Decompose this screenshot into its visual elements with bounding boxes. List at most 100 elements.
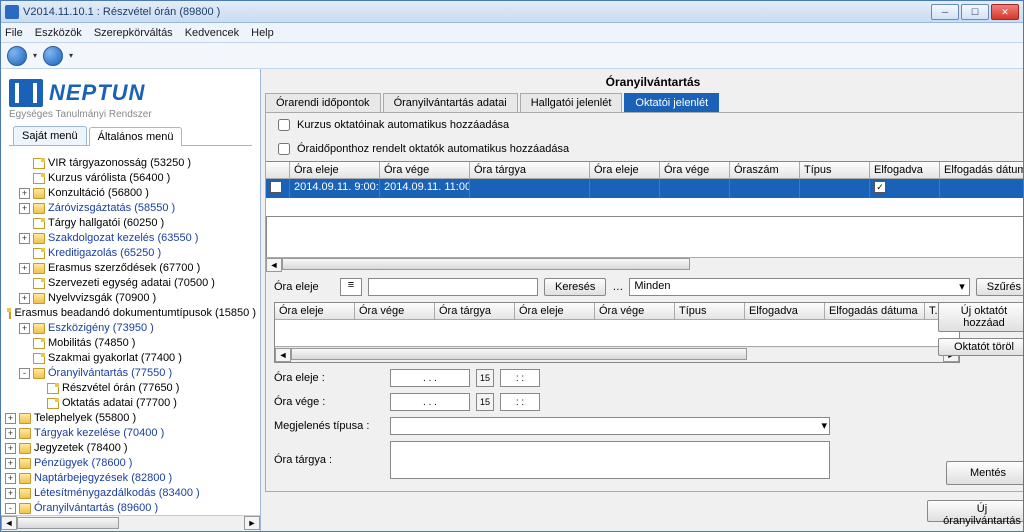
nav-back-button[interactable] (7, 46, 27, 66)
column-header[interactable]: Típus (800, 162, 870, 178)
tree-item[interactable]: -Óranyilvántartás (89600 ) (3, 501, 258, 515)
lessons-grid[interactable]: Óra elejeÓra végeÓra tárgyaÓra elejeÓra … (266, 161, 1023, 217)
column-header[interactable]: Típus (675, 303, 745, 319)
end-date-input[interactable] (390, 393, 470, 411)
column-header[interactable]: Óraszám (730, 162, 800, 178)
tree-item[interactable]: +Nyelvvizsgák (70900 ) (3, 291, 258, 306)
tree-item[interactable]: Szervezeti egység adatai (70500 ) (3, 276, 258, 291)
column-header[interactable]: Elfogadás dátuma (825, 303, 925, 319)
grid2-hscrollbar[interactable]: ◄ ► (275, 346, 959, 362)
display-type-combo[interactable]: ▾ (390, 417, 830, 435)
column-header[interactable]: Óra tárgya (470, 162, 590, 178)
expand-icon[interactable]: + (5, 443, 16, 454)
tree-item[interactable]: Kreditigazolás (65250 ) (3, 246, 258, 261)
auto-add-course-teachers-checkbox[interactable] (278, 119, 290, 131)
expand-icon[interactable]: + (5, 473, 16, 484)
column-header[interactable]: Óra vége (660, 162, 730, 178)
tree-item[interactable]: Erasmus beadandó dokumentumtípusok (1585… (3, 306, 258, 321)
tab-own-menu[interactable]: Saját menü (13, 126, 87, 145)
expand-icon[interactable]: + (19, 188, 30, 199)
tab-teacher-presence[interactable]: Oktatói jelenlét (624, 93, 719, 112)
scroll-thumb[interactable] (282, 258, 690, 270)
navigation-tree[interactable]: VIR tárgyazonosság (53250 )Kurzus váróli… (1, 152, 260, 515)
menu-role[interactable]: Szerepkörváltás (94, 27, 173, 39)
tree-item[interactable]: +Erasmus szerződések (67700 ) (3, 261, 258, 276)
subject-textarea[interactable] (390, 441, 830, 479)
tree-item[interactable]: Mobilitás (74850 ) (3, 336, 258, 351)
teachers-grid[interactable]: Óra elejeÓra végeÓra tárgyaÓra elejeÓra … (274, 302, 960, 363)
start-date-input[interactable] (390, 369, 470, 387)
expand-icon[interactable]: + (5, 428, 16, 439)
column-header[interactable]: Óra eleje (590, 162, 660, 178)
grid1-hscrollbar[interactable]: ◄ ► (266, 257, 1023, 272)
minimize-button[interactable]: ─ (931, 4, 959, 20)
auto-add-time-teachers-checkbox[interactable] (278, 143, 290, 155)
filter-operator-button[interactable]: ≡ (340, 278, 362, 296)
tree-hscrollbar[interactable]: ◄ ► (1, 515, 260, 531)
end-time-input[interactable] (500, 393, 540, 411)
column-header[interactable]: Elfogadva (870, 162, 940, 178)
accepted-checkbox[interactable]: ✓ (874, 181, 886, 193)
column-header[interactable]: Óra eleje (515, 303, 595, 319)
scroll-right-icon[interactable]: ► (244, 516, 260, 530)
tree-item[interactable]: +Tárgyak kezelése (70400 ) (3, 426, 258, 441)
menu-help[interactable]: Help (251, 27, 274, 39)
expand-icon[interactable]: + (19, 233, 30, 244)
expand-icon[interactable]: + (19, 293, 30, 304)
tree-item[interactable]: Részvétel órán (77650 ) (3, 381, 258, 396)
expand-icon[interactable]: + (19, 323, 30, 334)
collapse-icon[interactable]: - (19, 368, 30, 379)
column-header[interactable]: Óra tárgya (435, 303, 515, 319)
tree-item[interactable]: +Létesítménygazdálkodás (83400 ) (3, 486, 258, 501)
nav-back-dropdown[interactable]: ▾ (33, 51, 37, 60)
delete-teacher-button[interactable]: Oktatót töröl (938, 338, 1023, 356)
calendar-icon[interactable]: 15 (476, 369, 494, 387)
collapse-icon[interactable]: - (5, 503, 16, 514)
tree-item[interactable]: +Telephelyek (55800 ) (3, 411, 258, 426)
scroll-left-icon[interactable]: ◄ (266, 258, 282, 272)
column-header[interactable] (266, 162, 290, 178)
tree-item[interactable]: +Pénzügyek (78600 ) (3, 456, 258, 471)
menu-favorites[interactable]: Kedvencek (185, 27, 239, 39)
menu-tools[interactable]: Eszközök (35, 27, 82, 39)
column-header[interactable]: Óra eleje (290, 162, 380, 178)
tree-item[interactable]: +Szakdolgozat kezelés (63550 ) (3, 231, 258, 246)
tab-general-menu[interactable]: Általános menü (89, 127, 183, 146)
maximize-button[interactable]: ☐ (961, 4, 989, 20)
close-button[interactable]: ✕ (991, 4, 1019, 20)
expand-icon[interactable]: + (5, 458, 16, 469)
scroll-thumb[interactable] (291, 348, 747, 360)
expand-icon[interactable]: + (5, 488, 16, 499)
row-checkbox[interactable] (270, 181, 282, 193)
tree-item[interactable]: Oktatás adatai (77700 ) (3, 396, 258, 411)
column-header[interactable]: Óra eleje (275, 303, 355, 319)
tree-item[interactable]: +Eszközigény (73950 ) (3, 321, 258, 336)
new-attendance-button[interactable]: Új óranyilvántartás (927, 500, 1023, 522)
tree-item[interactable]: VIR tárgyazonosság (53250 ) (3, 156, 258, 171)
scroll-thumb[interactable] (17, 517, 119, 529)
tab-student-presence[interactable]: Hallgatói jelenlét (520, 93, 623, 112)
expand-icon[interactable]: + (19, 203, 30, 214)
save-button[interactable]: Mentés (946, 461, 1023, 485)
nav-forward-button[interactable] (43, 46, 63, 66)
tree-item[interactable]: Szakmai gyakorlat (77400 ) (3, 351, 258, 366)
table-row[interactable]: 2014.09.11. 9:00:002014.09.11. 11:00:00✓ (266, 179, 1023, 198)
tree-item[interactable]: +Konzultáció (56800 ) (3, 186, 258, 201)
nav-forward-dropdown[interactable]: ▾ (69, 51, 73, 60)
tree-item[interactable]: Kurzus várólista (56400 ) (3, 171, 258, 186)
tree-item[interactable]: +Naptárbejegyzések (82800 ) (3, 471, 258, 486)
column-header[interactable]: Elfogadás dátuma (940, 162, 1023, 178)
tree-item[interactable]: Tárgy hallgatói (60250 ) (3, 216, 258, 231)
column-header[interactable]: Elfogadva (745, 303, 825, 319)
expand-icon[interactable]: + (19, 263, 30, 274)
expand-icon[interactable]: + (5, 413, 16, 424)
tab-attendance-data[interactable]: Óranyilvántartás adatai (383, 93, 518, 112)
tree-item[interactable]: +Jegyzetek (78400 ) (3, 441, 258, 456)
filter-value-input[interactable] (368, 278, 538, 296)
filter-scope-combo[interactable]: Minden▾ (629, 278, 969, 296)
scroll-left-icon[interactable]: ◄ (275, 348, 291, 362)
start-time-input[interactable] (500, 369, 540, 387)
search-button[interactable]: Keresés (544, 278, 606, 296)
scroll-left-icon[interactable]: ◄ (1, 516, 17, 530)
tree-item[interactable]: +Záróvizsgáztatás (58550 ) (3, 201, 258, 216)
